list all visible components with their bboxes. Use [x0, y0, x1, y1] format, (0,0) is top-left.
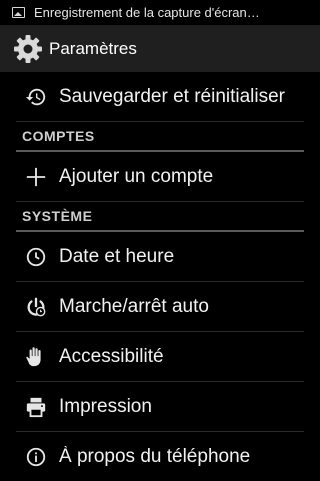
scheduled-power-label: Marche/arrêt auto: [59, 295, 209, 317]
plus-icon: [24, 165, 48, 189]
backup-reset-item[interactable]: Sauvegarder et réinitialiser: [16, 72, 304, 122]
section-header-label: COMPTES: [22, 128, 95, 144]
backup-reset-label: Sauvegarder et réinitialiser: [59, 85, 286, 107]
section-header-label: SYSTÈME: [22, 208, 93, 224]
section-header-accounts: COMPTES: [16, 122, 304, 152]
page-title: Paramètres: [49, 38, 137, 58]
action-bar: Paramètres: [0, 25, 320, 72]
info-icon: [24, 445, 48, 469]
power-clock-icon: [24, 295, 48, 319]
hand-icon: [24, 345, 48, 369]
date-time-item[interactable]: Date et heure: [16, 232, 304, 282]
section-header-system: SYSTÈME: [16, 202, 304, 232]
about-phone-label: À propos du téléphone: [59, 445, 251, 467]
clock-icon: [24, 245, 48, 269]
restore-icon: [24, 85, 48, 109]
settings-list: Sauvegarder et réinitialiser COMPTES Ajo…: [0, 72, 320, 481]
printer-icon: [24, 395, 48, 419]
scheduled-power-item[interactable]: Marche/arrêt auto: [16, 282, 304, 332]
gear-icon[interactable]: [12, 33, 44, 65]
date-time-label: Date et heure: [59, 245, 175, 267]
add-account-label: Ajouter un compte: [59, 165, 214, 187]
accessibility-label: Accessibilité: [59, 345, 164, 367]
accessibility-item[interactable]: Accessibilité: [16, 332, 304, 382]
status-notification-text: Enregistrement de la capture d'écran…: [34, 5, 260, 20]
printing-item[interactable]: Impression: [16, 382, 304, 432]
image-icon: [12, 7, 25, 18]
printing-label: Impression: [59, 395, 152, 417]
about-phone-item[interactable]: À propos du téléphone: [16, 432, 304, 481]
add-account-item[interactable]: Ajouter un compte: [16, 152, 304, 202]
status-bar: Enregistrement de la capture d'écran…: [0, 0, 320, 25]
